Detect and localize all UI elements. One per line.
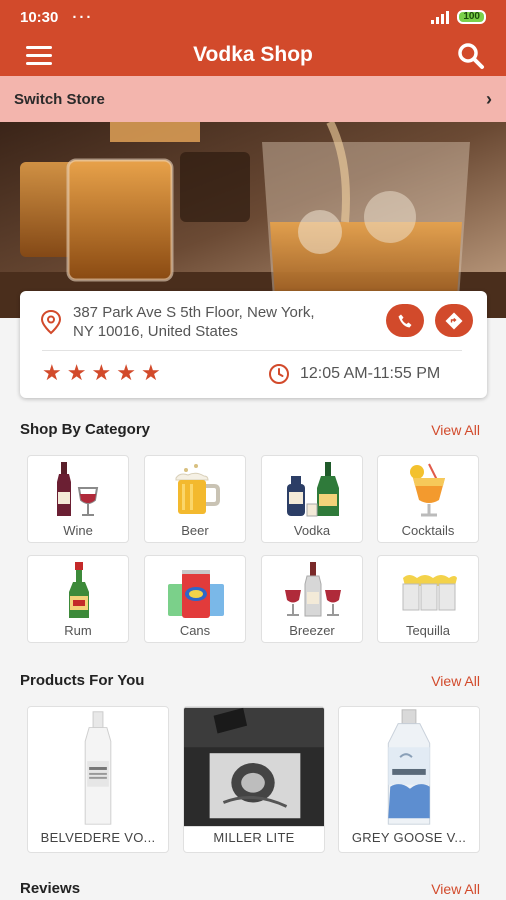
star-icon: ★	[116, 360, 136, 385]
products-section-title: Products For You	[20, 672, 145, 689]
product-card-grey-goose[interactable]: GREY GOOSE V...	[338, 706, 480, 853]
category-label: Beer	[181, 523, 209, 538]
directions-icon	[445, 312, 463, 329]
category-section-title: Shop By Category	[20, 421, 151, 438]
vodka-icon	[287, 462, 339, 517]
product-image	[28, 707, 168, 827]
reviews-view-all-link[interactable]: View All	[431, 881, 480, 897]
category-tile-beer[interactable]: Beer	[144, 455, 246, 543]
star-icon: ★	[91, 360, 112, 385]
wine-icon	[57, 462, 99, 516]
product-image	[339, 707, 479, 827]
search-icon[interactable]	[456, 41, 486, 71]
location-pin-icon	[40, 309, 62, 335]
status-bar: 10:30 ··· 100	[0, 0, 506, 34]
rum-icon	[69, 562, 89, 618]
rating-stars: ★ ★ ★ ★ ★	[42, 362, 161, 384]
category-label: Breezer	[289, 623, 335, 638]
category-label: Tequilla	[405, 623, 451, 638]
page-title: Vodka Shop	[193, 43, 313, 66]
chevron-right-icon: ›	[486, 88, 492, 109]
product-name: GREY GOOSE V...	[351, 830, 467, 845]
category-tile-tequila[interactable]: Tequilla	[377, 555, 479, 643]
divider	[42, 350, 462, 351]
menu-icon[interactable]	[26, 45, 52, 65]
product-name: BELVEDERE VO...	[40, 830, 156, 845]
switch-store-label: Switch Store	[14, 90, 105, 108]
battery-icon: 100	[457, 10, 486, 24]
star-icon: ★	[66, 360, 87, 385]
beer-icon	[175, 464, 220, 514]
category-tile-vodka[interactable]: Vodka	[261, 455, 363, 543]
category-label: Vodka	[293, 523, 331, 538]
notification-dots: ···	[72, 8, 94, 26]
products-view-all-link[interactable]: View All	[431, 673, 480, 689]
category-tile-wine[interactable]: Wine	[27, 455, 129, 543]
directions-button[interactable]	[435, 304, 473, 337]
store-hours: 12:05 AM-11:55 PM	[300, 365, 441, 382]
reviews-section-title: Reviews	[20, 880, 81, 897]
call-button[interactable]	[386, 304, 424, 337]
category-view-all-link[interactable]: View All	[431, 422, 480, 438]
product-name: MILLER LITE	[213, 830, 295, 845]
store-info-card: 387 Park Ave S 5th Floor, New York, NY 1…	[20, 291, 487, 398]
category-tile-cans[interactable]: Cans	[144, 555, 246, 643]
product-card-miller-lite[interactable]: MILLER LITE	[183, 706, 325, 853]
phone-icon	[398, 314, 412, 327]
category-label: Rum	[64, 623, 92, 638]
status-time: 10:30	[20, 8, 59, 26]
category-tile-breezer[interactable]: Breezer	[261, 555, 363, 643]
address-line-1: 387 Park Ave S 5th Floor, New York,	[73, 304, 315, 321]
product-image	[184, 707, 324, 827]
store-banner-image	[0, 122, 506, 318]
star-icon: ★	[42, 360, 62, 385]
cocktail-icon	[410, 463, 445, 517]
signal-icon	[431, 10, 450, 24]
category-tile-cocktails[interactable]: Cocktails	[377, 455, 479, 543]
cans-icon	[168, 570, 224, 618]
clock-icon	[269, 364, 289, 384]
address-line-2: NY 10016, United States	[73, 323, 238, 340]
app-bar: Vodka Shop	[0, 34, 506, 76]
star-icon: ★	[140, 360, 161, 385]
category-tile-rum[interactable]: Rum	[27, 555, 129, 643]
store-address: 387 Park Ave S 5th Floor, New York, NY 1…	[73, 303, 373, 341]
switch-store-button[interactable]: Switch Store ›	[0, 76, 506, 122]
product-card-belvedere[interactable]: BELVEDERE VO...	[27, 706, 169, 853]
category-label: Cocktails	[401, 523, 455, 538]
category-label: Cans	[179, 623, 211, 638]
category-label: Wine	[63, 523, 93, 538]
breezer-icon	[285, 562, 341, 617]
tequila-icon	[402, 575, 457, 611]
